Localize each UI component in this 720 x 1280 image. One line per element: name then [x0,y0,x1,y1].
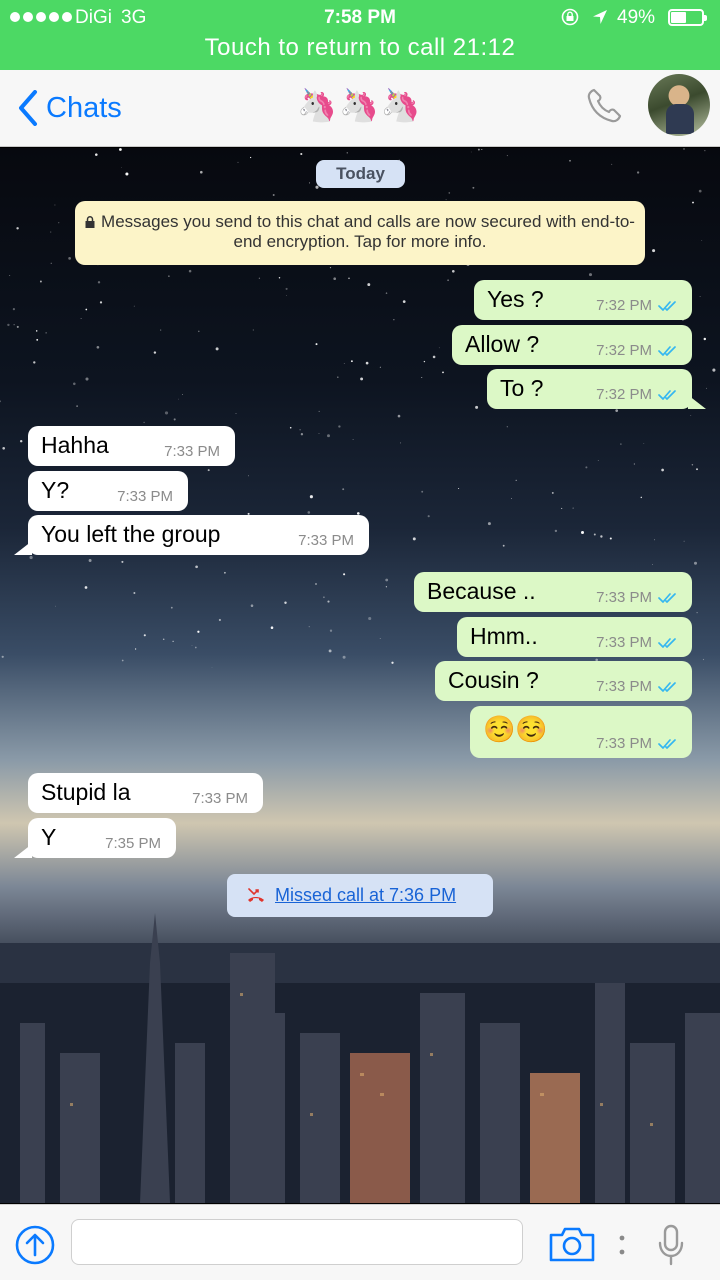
microphone-icon[interactable] [656,1223,686,1267]
read-receipt-icon [658,638,676,648]
message-time: 7:32 PM [596,342,652,359]
lock-icon [85,216,95,228]
message-time: 7:33 PM [298,532,354,549]
date-separator: Today [316,160,405,188]
message-bubble-outgoing[interactable]: To ? 7:32 PM [487,369,706,409]
message-composer [0,1204,720,1280]
message-time: 7:33 PM [596,735,652,752]
message-time: 7:33 PM [596,678,652,695]
message-time: 7:33 PM [192,790,248,807]
message-bubble-outgoing[interactable]: ☺️☺️ 7:33 PM [470,706,692,758]
message-bubble-outgoing[interactable]: Hmm.. 7:33 PM [457,617,692,657]
read-receipt-icon [658,593,676,603]
message-text: ☺️☺️ [483,714,548,744]
message-text: Because .. [427,578,536,604]
message-text: Y [41,824,57,850]
status-bar: DiGi 3G 7:58 PM 49% [0,0,720,34]
missed-call-icon [248,888,264,902]
message-bubble-incoming[interactable]: Y 7:35 PM [14,818,176,858]
message-bubble-incoming[interactable]: Hahha 7:33 PM [28,426,235,466]
contact-avatar[interactable] [648,74,710,136]
message-time: 7:33 PM [596,589,652,606]
missed-call-link[interactable]: Missed call at 7:36 PM [275,885,456,905]
camera-icon[interactable] [548,1225,596,1263]
message-text: To ? [500,375,544,401]
message-text: Yes ? [487,286,544,312]
read-receipt-icon [658,682,676,692]
message-input[interactable] [71,1219,523,1265]
city-skyline-decoration [0,913,720,1203]
encryption-notice[interactable]: Messages you send to this chat and calls… [75,201,645,265]
message-text: Cousin ? [448,667,539,693]
message-text: Hahha [41,432,109,458]
battery-percent: 49% [617,7,656,28]
message-time: 7:33 PM [117,488,173,505]
message-bubble-outgoing[interactable]: Because .. 7:33 PM [414,572,692,612]
message-bubble-outgoing[interactable]: Yes ? 7:32 PM [474,280,692,320]
read-receipt-icon [658,390,676,400]
message-time: 7:32 PM [596,386,652,403]
share-arrow-icon[interactable] [14,1224,56,1266]
read-receipt-icon [658,346,676,356]
read-receipt-icon [658,739,676,749]
rotation-lock-icon [561,8,579,26]
read-receipt-icon [658,301,676,311]
message-bubble-incoming[interactable]: You left the group 7:33 PM [14,515,369,555]
encryption-notice-text: Messages you send to this chat and calls… [101,212,635,251]
message-bubble-incoming[interactable]: Y? 7:33 PM [28,471,188,511]
battery-icon [668,9,707,26]
return-to-call-bar[interactable]: DiGi 3G 7:58 PM 49% Touch to return to c… [0,0,720,70]
message-time: 7:35 PM [105,835,161,852]
location-arrow-icon [593,10,607,24]
status-time: 7:58 PM [324,7,396,28]
message-time: 7:32 PM [596,297,652,314]
message-text: Hmm.. [470,623,538,649]
message-bubble-outgoing[interactable]: Allow ? 7:32 PM [452,325,692,365]
message-text: You left the group [41,521,221,547]
message-text: Y? [41,477,70,503]
phone-icon[interactable] [584,86,624,126]
message-text: Stupid la [41,779,131,805]
more-dots-icon [619,1235,625,1255]
message-bubble-incoming[interactable]: Stupid la 7:33 PM [28,773,263,813]
message-time: 7:33 PM [164,443,220,460]
message-text: Allow ? [465,331,540,357]
call-banner-text: Touch to return to call 21:12 [204,34,516,61]
missed-call-notice[interactable]: Missed call at 7:36 PM [227,874,493,917]
message-time: 7:33 PM [596,634,652,651]
message-bubble-outgoing[interactable]: Cousin ? 7:33 PM [435,661,692,701]
chat-header: Chats 🦄🦄🦄 [0,70,720,147]
